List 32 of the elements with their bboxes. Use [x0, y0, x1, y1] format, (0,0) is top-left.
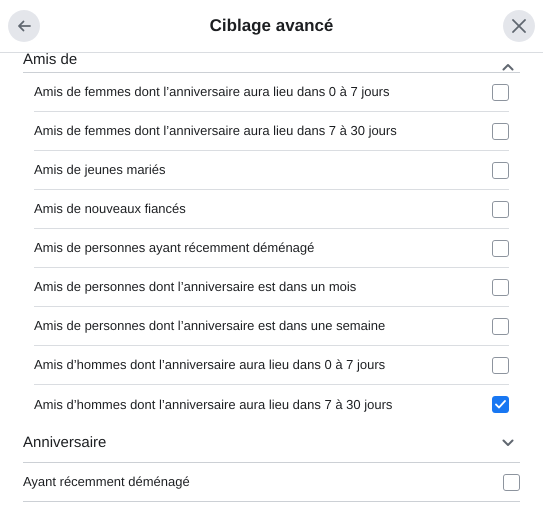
checkbox[interactable]	[492, 318, 509, 334]
option-label: Amis de nouveaux fiancés	[34, 200, 186, 218]
checkbox[interactable]	[492, 162, 509, 178]
close-button[interactable]	[503, 10, 535, 42]
dialog-title: Ciblage avancé	[210, 15, 334, 38]
chevron-down-icon	[502, 439, 514, 447]
option-label: Amis de femmes dont l’anniversaire aura lieu dans 0 à 7 jours	[34, 83, 390, 102]
checkmark-icon	[495, 400, 506, 409]
section-header[interactable]: Anniversaire	[23, 424, 520, 463]
section-title: Anniversaire	[23, 432, 106, 453]
option-label: Amis de femmes dont l’anniversaire aura lieu dans 7 à 30 jours	[34, 122, 397, 140]
option-label: Amis d’hommes dont l’anniversaire aura lieu dans 7 à 30 jours	[34, 396, 392, 414]
chevron-up-icon	[502, 63, 514, 71]
option-label: Amis de personnes ayant récemment déménagé	[34, 239, 314, 258]
checkbox[interactable]	[492, 278, 509, 296]
checkbox[interactable]	[492, 84, 509, 100]
checkbox[interactable]	[492, 356, 509, 374]
option-label: Amis de jeunes mariés	[34, 161, 166, 180]
section-header[interactable]: Amis de	[23, 53, 520, 73]
checkbox[interactable]	[492, 200, 509, 218]
option-label: Amis de personnes dont l’anniversaire est dans un mois	[34, 278, 356, 296]
option-label: Ayant récemment déménagé	[23, 473, 190, 492]
section-title: Amis de	[23, 53, 78, 70]
back-arrow-icon	[17, 20, 31, 32]
checkbox[interactable]	[492, 122, 509, 140]
checkbox[interactable]	[492, 396, 509, 413]
option-label: Amis de personnes dont l’anniversaire est dans une semaine	[34, 317, 386, 336]
checkbox[interactable]	[503, 474, 520, 490]
checkbox[interactable]	[492, 240, 509, 256]
close-icon	[512, 19, 526, 33]
back-button[interactable]	[8, 10, 40, 42]
option-label: Amis d’hommes dont l’anniversaire aura lieu dans 0 à 7 jours	[34, 356, 386, 374]
